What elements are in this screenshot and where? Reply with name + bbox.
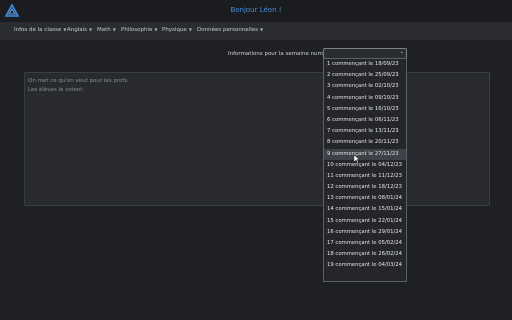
nav-label: Anglais [67, 27, 88, 33]
week-option[interactable]: 18 commençant le 26/02/24 [324, 249, 406, 260]
week-option[interactable]: 17 commençant le 05/02/24 [324, 238, 406, 249]
main-nav: Infos de la classe ▼ Anglais ▼ Math ▼ Philo… [0, 22, 512, 40]
nav-label: Physique [162, 27, 187, 33]
caret-down-icon: ▼ [63, 27, 67, 32]
greeting-title: Bonjour Léon ! [230, 6, 282, 14]
caret-down-icon: ▼ [188, 27, 192, 32]
week-option[interactable]: 3 commençant le 02/10/23 [324, 81, 406, 92]
nav-label: Math [97, 27, 111, 33]
nav-label: Données personnelles [197, 27, 258, 33]
caret-down-icon: ▼ [89, 27, 93, 32]
notes-line: On met ce qu'on veut pour les profs. [28, 78, 129, 84]
notes-line: Les élèves le voient. [28, 87, 85, 93]
week-option[interactable]: 13 commençant le 08/01/24 [324, 193, 406, 204]
nav-donnees-personnelles[interactable]: Données personnelles ▼ [197, 27, 263, 33]
caret-down-icon: ▼ [154, 27, 158, 32]
nav-philosophie[interactable]: Philosophie ▼ [121, 27, 157, 33]
caret-down-icon: ▼ [112, 27, 116, 32]
week-option[interactable]: 8 commençant le 20/11/23 [324, 137, 406, 148]
week-option[interactable]: 11 commençant le 11/12/23 [324, 171, 406, 182]
week-option[interactable]: 12 commençant le 18/12/23 [324, 182, 406, 193]
week-label: Informations pour la semaine numéro [228, 51, 332, 57]
week-option[interactable]: 15 commençant le 22/01/24 [324, 216, 406, 227]
nav-label: Infos de la classe [14, 27, 62, 33]
nav-physique[interactable]: Physique ▼ [162, 27, 192, 33]
week-option[interactable]: 19 commençant le 04/03/24 [324, 260, 406, 271]
nav-anglais[interactable]: Anglais ▼ [67, 27, 92, 33]
week-option[interactable]: 7 commençant le 13/11/23 [324, 126, 406, 137]
week-option[interactable]: 1 commençant le 18/09/23 [324, 59, 406, 70]
chevron-down-icon: ⌄ [399, 49, 404, 55]
week-option[interactable]: 4 commençant le 09/10/23 [324, 93, 406, 104]
week-option[interactable]: 10 commençant le 04/12/23 [324, 160, 406, 171]
week-option[interactable]: 5 commençant le 16/10/23 [324, 104, 406, 115]
caret-down-icon: ▼ [259, 27, 264, 32]
mouse-pointer-icon [354, 155, 360, 163]
week-option[interactable]: 2 commençant le 25/09/23 [324, 70, 406, 81]
top-bar: Bonjour Léon ! [0, 0, 512, 22]
nav-infos-classe[interactable]: Infos de la classe ▼ [14, 27, 66, 33]
nav-label: Philosophie [121, 27, 153, 33]
notes-textarea[interactable]: On met ce qu'on veut pour les profs. Les… [24, 72, 490, 206]
week-option-hovered[interactable]: 9 commençant le 27/11/23 [324, 148, 406, 160]
nav-math[interactable]: Math ▼ [97, 27, 116, 33]
week-option[interactable]: 6 commençant le 06/11/23 [324, 115, 406, 126]
week-option[interactable]: 14 commençant le 15/01/24 [324, 204, 406, 215]
week-option[interactable]: 16 commençant le 29/01/24 [324, 227, 406, 238]
week-dropdown-list[interactable]: 1 commençant le 18/09/23 2 commençant le… [323, 58, 407, 282]
